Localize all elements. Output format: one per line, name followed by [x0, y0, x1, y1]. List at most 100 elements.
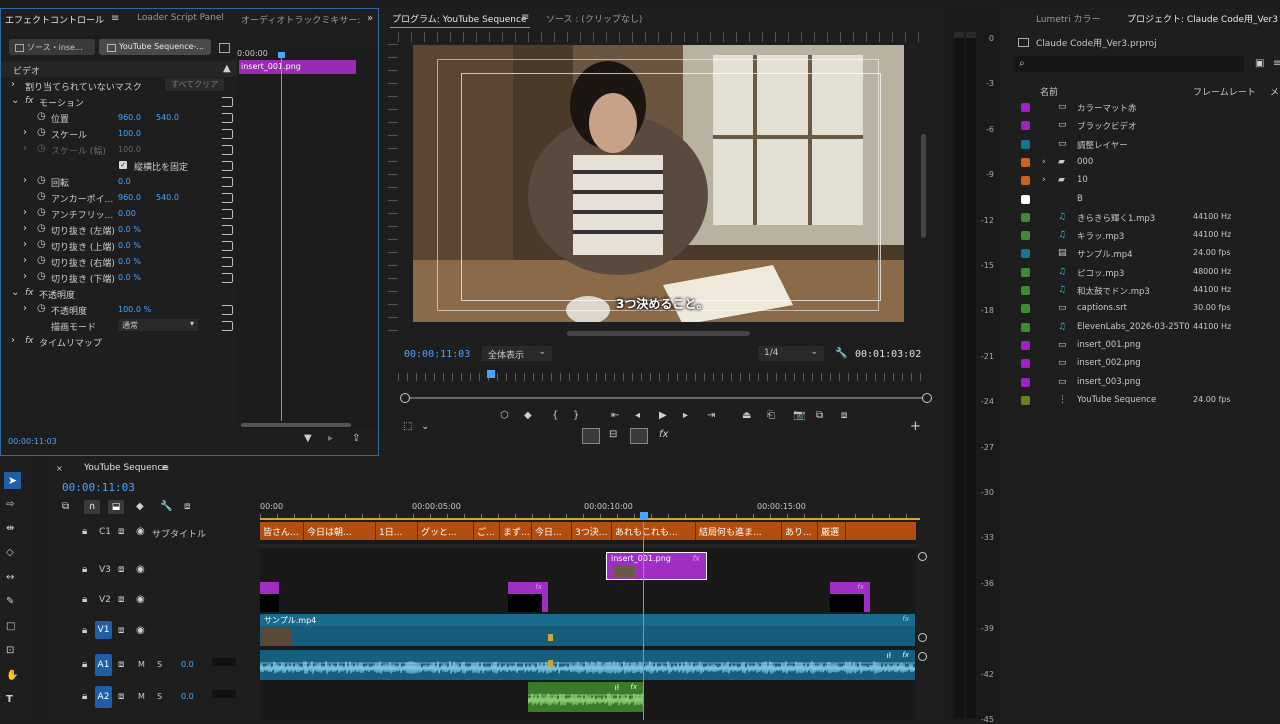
caption-clip[interactable]: 今日は朝... — [304, 522, 376, 540]
label-color-swatch[interactable] — [1021, 304, 1030, 314]
track-output-icon[interactable]: ⧈ — [118, 565, 124, 575]
lock-icon[interactable]: 🔒︎ — [82, 692, 87, 702]
lock-icon[interactable]: 🔒︎ — [82, 595, 87, 605]
zoom-handle-right[interactable] — [922, 393, 932, 403]
lock-icon[interactable]: 🔒︎ — [82, 626, 87, 636]
solo-button[interactable]: S — [157, 692, 162, 701]
label-color-swatch[interactable] — [1021, 231, 1030, 241]
stopwatch-icon[interactable]: ◷ — [37, 176, 46, 186]
track-output-icon[interactable]: ⧈ — [118, 595, 124, 605]
nest-icon[interactable]: ⧉ — [62, 502, 69, 512]
caption-clip[interactable]: 今日... — [532, 522, 572, 540]
program-zoom-bar[interactable] — [404, 397, 926, 399]
stopwatch-icon[interactable]: ◷ — [37, 304, 46, 314]
crop-left-value[interactable]: 0.0 % — [118, 225, 141, 234]
anchor-x-value[interactable]: 960.0 — [118, 193, 141, 202]
track-scroll-handle[interactable] — [918, 633, 927, 642]
tab-lumetri[interactable]: Lumetri カラー — [1036, 12, 1100, 25]
resolution-dropdown[interactable]: 1/4 ⌄ — [758, 346, 824, 361]
marker-icon[interactable]: ◆ — [524, 411, 532, 421]
label-color-swatch[interactable] — [1021, 322, 1030, 332]
expand-chevron-icon[interactable]: › — [1042, 157, 1046, 167]
fit-dropdown[interactable]: 全体表示 ⌄ — [482, 346, 552, 361]
go-to-out-icon[interactable]: ⇥ — [707, 411, 715, 421]
pen-tool-icon[interactable]: ✎ — [6, 597, 14, 607]
lock-icon[interactable]: 🔒︎ — [82, 660, 87, 670]
label-color-swatch[interactable] — [1021, 103, 1030, 112]
reset-icon[interactable] — [221, 257, 233, 267]
lock-icon[interactable]: 🔒︎ — [82, 527, 87, 537]
export-icon[interactable]: ⇪ — [352, 434, 360, 444]
project-search-field[interactable]: ⌕ — [1014, 56, 1244, 72]
reset-icon[interactable] — [221, 177, 233, 187]
project-item[interactable]: ▭ ブラックビデオ — [1004, 117, 1280, 135]
label-color-swatch[interactable] — [1021, 249, 1030, 259]
expand-chevron-icon[interactable]: › — [11, 336, 15, 346]
reset-icon[interactable] — [221, 129, 233, 139]
expand-chevron-icon[interactable]: › — [23, 176, 27, 186]
hand-tool-icon[interactable]: ⊡ — [6, 646, 14, 656]
track-output-icon[interactable]: ⧈ — [118, 527, 124, 537]
program-mini-ruler[interactable] — [398, 373, 924, 381]
reset-icon[interactable] — [221, 241, 233, 251]
uniform-scale-checkbox[interactable]: ✓ — [119, 161, 127, 169]
track-a2-volume[interactable]: 0.0 — [181, 692, 194, 701]
add-button-icon[interactable]: + — [910, 420, 921, 433]
vr-view-icon[interactable]: ⧈ — [841, 411, 847, 421]
expand-chevron-icon[interactable]: › — [11, 80, 15, 90]
reset-icon[interactable] — [221, 113, 233, 123]
track-output-icon[interactable]: ⧈ — [118, 660, 124, 670]
mute-button[interactable]: M — [138, 692, 145, 701]
zoom-tool-icon[interactable]: ✋ — [6, 671, 18, 681]
track-v1-label[interactable]: V1 — [95, 621, 112, 639]
scale-value[interactable]: 100.0 — [118, 129, 141, 138]
label-color-swatch[interactable] — [1021, 212, 1030, 222]
expand-chevron-icon[interactable]: ⌄ — [11, 96, 19, 106]
program-video-frame[interactable]: 3つ決めること。 — [413, 45, 904, 322]
label-color-swatch[interactable] — [1021, 176, 1030, 186]
crop-top-value[interactable]: 0.0 % — [118, 241, 141, 250]
expand-chevron-icon[interactable]: › — [23, 224, 27, 234]
eye-icon[interactable]: ◉ — [136, 565, 145, 575]
expand-chevron-icon[interactable]: › — [23, 208, 27, 218]
tab-project[interactable]: プロジェクト: Claude Code用_Ver3 — [1127, 12, 1278, 25]
reset-icon[interactable] — [221, 273, 233, 283]
column-name-header[interactable]: 名前 — [1040, 85, 1058, 98]
effect-controls-timecode[interactable]: 00:00:11:03 — [8, 437, 57, 446]
eye-icon[interactable]: ◉ — [136, 595, 145, 605]
column-more-header[interactable]: メ — [1270, 85, 1279, 98]
toggle-timeline-icon[interactable] — [219, 43, 230, 53]
linked-selection-icon[interactable]: ⬓ — [108, 500, 124, 514]
eye-icon[interactable]: ◉ — [136, 626, 145, 636]
solo-button[interactable]: S — [157, 660, 162, 669]
fx-toggle-icon[interactable]: fx — [659, 430, 668, 440]
mini-scrollbar[interactable] — [241, 423, 351, 427]
compare-view-icon[interactable]: ⧉ — [816, 411, 823, 421]
reset-icon[interactable] — [221, 209, 233, 219]
eye-icon[interactable]: ◉ — [136, 527, 145, 537]
position-x-value[interactable]: 960.0 — [118, 113, 141, 122]
mini-playhead[interactable] — [281, 55, 282, 421]
step-back-icon[interactable]: ◂ — [635, 411, 640, 421]
stopwatch-icon[interactable]: ◷ — [37, 128, 46, 138]
mini-timeline-clip[interactable]: insert_001.png — [239, 60, 356, 74]
lift-icon[interactable]: ⏏ — [742, 411, 751, 421]
caption-clip[interactable]: 3つ決... — [572, 522, 612, 540]
transform-bounding-box[interactable] — [461, 73, 881, 301]
v2-clip[interactable] — [260, 582, 279, 612]
project-item[interactable]: ▭ 調整レイヤー — [1004, 136, 1280, 154]
project-item[interactable]: ▭ insert_002.png — [1004, 355, 1280, 373]
track-scroll-handle[interactable] — [918, 552, 927, 561]
stopwatch-icon[interactable]: ◷ — [37, 224, 46, 234]
timeline-sequence-tab[interactable]: YouTube Sequence — [84, 463, 168, 473]
project-item[interactable]: ▭ captions.srt 30.00 fps — [1004, 300, 1280, 318]
tab-effect-controls[interactable]: エフェクトコントロール — [5, 13, 104, 26]
label-color-swatch[interactable] — [1021, 139, 1030, 149]
expand-chevron-icon[interactable]: › — [1042, 175, 1046, 185]
label-color-swatch[interactable] — [1021, 267, 1030, 277]
column-framerate-header[interactable]: フレームレート — [1193, 85, 1256, 98]
sequence-clip-tab[interactable]: YouTube Sequence-... — [99, 39, 211, 55]
track-a1-volume[interactable]: 0.0 — [181, 660, 194, 669]
stopwatch-icon[interactable]: ◷ — [37, 192, 46, 202]
caption-clip[interactable]: 1日... — [376, 522, 418, 540]
